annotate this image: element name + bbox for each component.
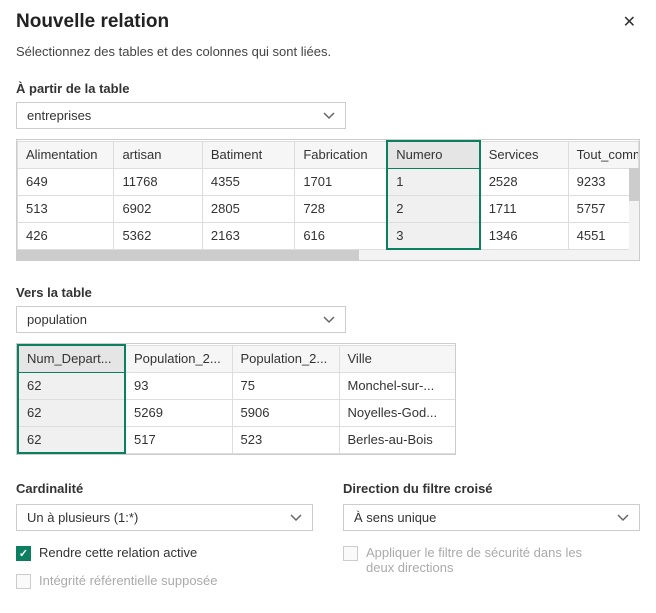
table-row[interactable]: 42653622163616313464551 bbox=[18, 222, 639, 249]
column-header[interactable]: Batiment bbox=[202, 141, 294, 168]
chevron-down-icon bbox=[323, 108, 335, 123]
to-table-select[interactable]: population bbox=[16, 306, 346, 333]
column-header[interactable]: Fabrication bbox=[295, 141, 387, 168]
table-row[interactable]: 51369022805728217115757 bbox=[18, 195, 639, 222]
table-cell: 2163 bbox=[202, 222, 294, 249]
table-cell: 75 bbox=[232, 372, 339, 399]
table-cell: 5757 bbox=[568, 195, 638, 222]
table-cell: 9233 bbox=[568, 168, 638, 195]
column-header[interactable]: Population_2... bbox=[125, 345, 232, 372]
dialog-title: Nouvelle relation bbox=[16, 11, 169, 33]
column-header[interactable]: Num_Depart... bbox=[18, 345, 125, 372]
column-header[interactable]: Services bbox=[480, 141, 568, 168]
scrollbar-vertical[interactable] bbox=[629, 168, 639, 250]
table-cell: 517 bbox=[125, 426, 232, 453]
to-table-label: Vers la table bbox=[16, 285, 640, 300]
security-filter-label: Appliquer le filtre de sécurité dans les… bbox=[366, 545, 606, 575]
chevron-down-icon bbox=[617, 510, 629, 525]
from-table-select[interactable]: entreprises bbox=[16, 102, 346, 129]
table-cell: 1711 bbox=[480, 195, 568, 222]
table-row[interactable]: 629375Monchel-sur-... bbox=[18, 372, 456, 399]
table-cell: 5269 bbox=[125, 399, 232, 426]
table-cell: 62 bbox=[18, 399, 125, 426]
table-cell: 11768 bbox=[114, 168, 202, 195]
table-row[interactable]: 6252695906Noyelles-God... bbox=[18, 399, 456, 426]
table-cell: 2 bbox=[387, 195, 479, 222]
table-cell: 616 bbox=[295, 222, 387, 249]
table-cell: 513 bbox=[18, 195, 114, 222]
table-cell: 6902 bbox=[114, 195, 202, 222]
table-row[interactable]: 6491176843551701125289233 bbox=[18, 168, 639, 195]
from-table-value: entreprises bbox=[27, 108, 91, 123]
cardinality-value: Un à plusieurs (1:*) bbox=[27, 510, 138, 525]
table-cell: Noyelles-God... bbox=[339, 399, 456, 426]
crossfilter-select[interactable]: À sens unique bbox=[343, 504, 640, 531]
from-table-preview: AlimentationartisanBatimentFabricationNu… bbox=[16, 139, 640, 261]
chevron-down-icon bbox=[290, 510, 302, 525]
close-icon[interactable]: ✕ bbox=[619, 8, 640, 36]
table-cell: 93 bbox=[125, 372, 232, 399]
table-cell: 4355 bbox=[202, 168, 294, 195]
column-header[interactable]: Numero bbox=[387, 141, 479, 168]
table-cell: 728 bbox=[295, 195, 387, 222]
crossfilter-label: Direction du filtre croisé bbox=[343, 481, 640, 496]
active-relation-label: Rendre cette relation active bbox=[39, 545, 197, 560]
cardinality-label: Cardinalité bbox=[16, 481, 313, 496]
from-table-label: À partir de la table bbox=[16, 81, 640, 96]
referential-integrity-label: Intégrité référentielle supposée bbox=[39, 573, 218, 588]
table-cell: 62 bbox=[18, 426, 125, 453]
table-cell: 523 bbox=[232, 426, 339, 453]
table-cell: 5362 bbox=[114, 222, 202, 249]
scrollbar-horizontal[interactable] bbox=[17, 250, 639, 260]
table-cell: 62 bbox=[18, 372, 125, 399]
table-cell: 2805 bbox=[202, 195, 294, 222]
referential-integrity-checkbox bbox=[16, 574, 31, 589]
active-relation-checkbox[interactable] bbox=[16, 546, 31, 561]
table-cell: 2528 bbox=[480, 168, 568, 195]
table-row[interactable]: 62517523Berles-au-Bois bbox=[18, 426, 456, 453]
to-table-preview: Num_Depart...Population_2...Population_2… bbox=[16, 343, 456, 455]
chevron-down-icon bbox=[323, 312, 335, 327]
table-cell: 5906 bbox=[232, 399, 339, 426]
to-table-value: population bbox=[27, 312, 87, 327]
security-filter-checkbox bbox=[343, 546, 358, 561]
crossfilter-value: À sens unique bbox=[354, 510, 436, 525]
dialog-subtitle: Sélectionnez des tables et des colonnes … bbox=[16, 44, 640, 59]
table-cell: 649 bbox=[18, 168, 114, 195]
table-cell: Berles-au-Bois bbox=[339, 426, 456, 453]
table-cell: 1346 bbox=[480, 222, 568, 249]
table-cell: Monchel-sur-... bbox=[339, 372, 456, 399]
column-header[interactable]: Alimentation bbox=[18, 141, 114, 168]
column-header[interactable]: Tout_comm bbox=[568, 141, 638, 168]
table-cell: 426 bbox=[18, 222, 114, 249]
column-header[interactable]: Population_2... bbox=[232, 345, 339, 372]
table-cell: 1 bbox=[387, 168, 479, 195]
table-cell: 4551 bbox=[568, 222, 638, 249]
column-header[interactable]: artisan bbox=[114, 141, 202, 168]
table-cell: 3 bbox=[387, 222, 479, 249]
cardinality-select[interactable]: Un à plusieurs (1:*) bbox=[16, 504, 313, 531]
table-cell: 1701 bbox=[295, 168, 387, 195]
column-header[interactable]: Ville bbox=[339, 345, 456, 372]
